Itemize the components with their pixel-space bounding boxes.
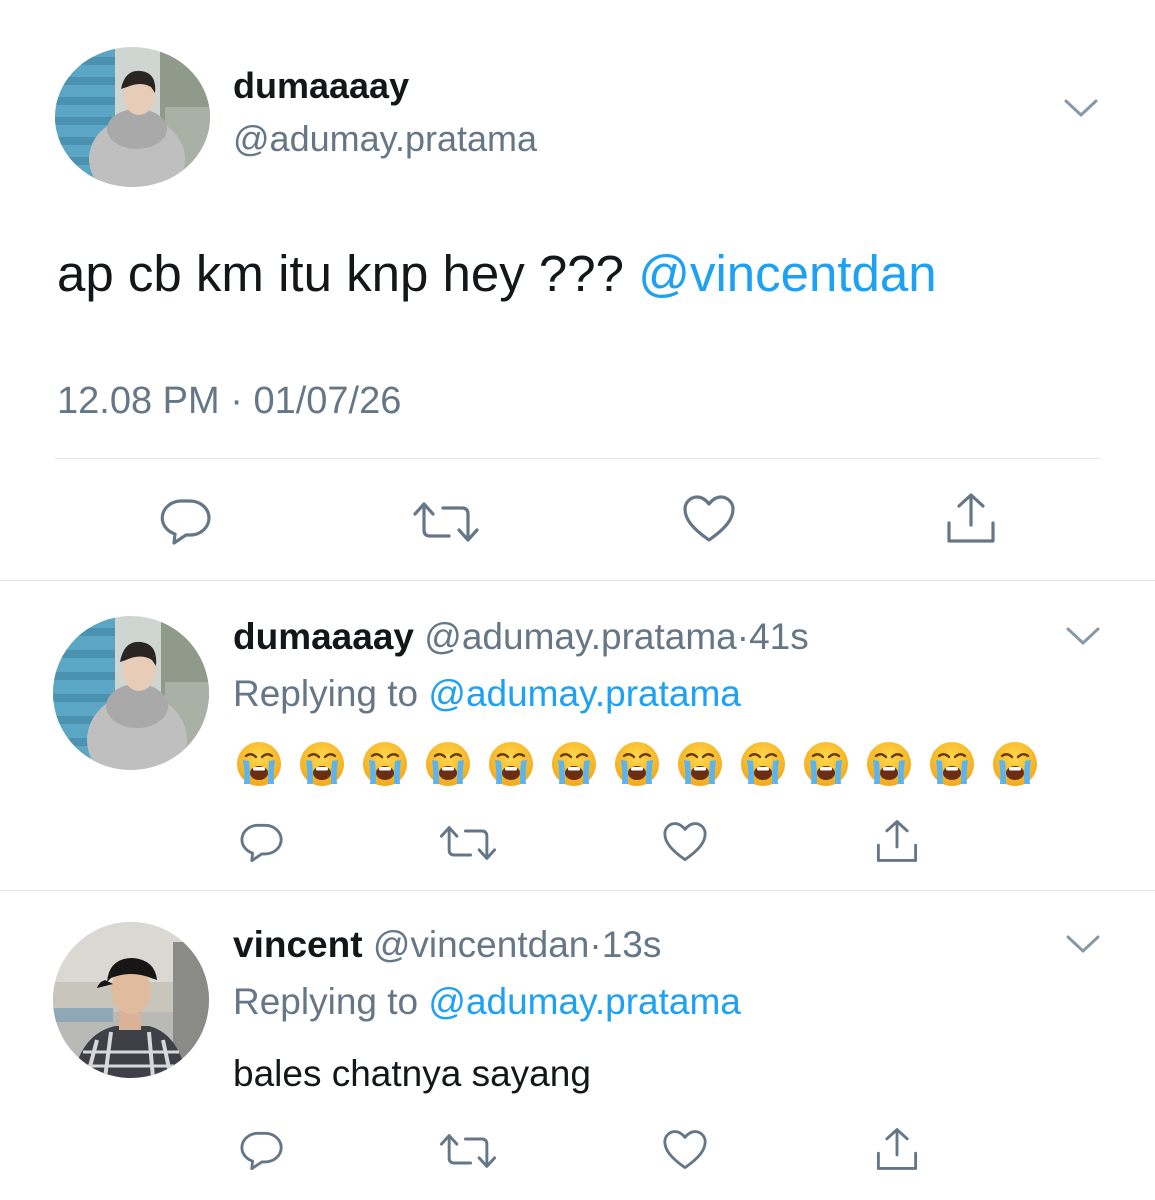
- profile-photo: [55, 47, 210, 187]
- like-icon[interactable]: [662, 821, 708, 863]
- handle[interactable]: @vincentdan: [373, 924, 590, 965]
- profile-photo: [53, 616, 209, 770]
- reply-header: vincent @vincentdan·13s: [233, 923, 661, 967]
- separator-dot: ·: [589, 924, 602, 965]
- tweet-text: ap cb km itu knp hey ??? @vincentdan: [57, 243, 937, 305]
- loudly-crying-face-emoji: [676, 740, 724, 788]
- tweet-body: ap cb km itu knp hey ???: [57, 245, 625, 302]
- share-icon[interactable]: [945, 491, 997, 545]
- handle[interactable]: @adumay.pratama: [233, 117, 537, 161]
- handle[interactable]: @adumay.pratama: [424, 616, 736, 657]
- share-icon[interactable]: [875, 1126, 919, 1172]
- timestamp: 12.08 PM · 01/07/26: [57, 378, 401, 424]
- avatar[interactable]: [53, 922, 209, 1078]
- replying-to: Replying to @adumay.pratama: [233, 672, 741, 716]
- loudly-crying-face-emoji: [865, 740, 913, 788]
- like-icon[interactable]: [662, 1129, 708, 1171]
- loudly-crying-face-emoji: [424, 740, 472, 788]
- avatar[interactable]: [55, 47, 210, 187]
- replying-label: Replying to: [233, 981, 419, 1022]
- like-icon[interactable]: [682, 494, 736, 544]
- loudly-crying-face-emoji: [928, 740, 976, 788]
- reply-age: 13s: [601, 924, 662, 965]
- display-name[interactable]: vincent: [233, 924, 363, 965]
- retweet-icon[interactable]: [438, 824, 498, 862]
- share-icon[interactable]: [875, 818, 919, 864]
- mention-link[interactable]: @vincentdan: [638, 245, 936, 302]
- reply-icon[interactable]: [238, 822, 284, 864]
- loudly-crying-face-emoji: [235, 740, 283, 788]
- retweet-icon[interactable]: [411, 500, 481, 544]
- loudly-crying-face-emoji: [802, 740, 850, 788]
- separator-dot: ·: [230, 380, 243, 422]
- chevron-down-icon[interactable]: [1064, 97, 1098, 119]
- loudly-crying-face-emoji: [298, 740, 346, 788]
- divider: [0, 580, 1155, 581]
- display-name[interactable]: dumaaaay: [233, 616, 414, 657]
- replying-to: Replying to @adumay.pratama: [233, 980, 741, 1024]
- divider: [55, 458, 1100, 459]
- replying-label: Replying to: [233, 673, 419, 714]
- replying-handle-link[interactable]: @adumay.pratama: [428, 673, 740, 714]
- reply-icon[interactable]: [238, 1130, 284, 1172]
- chevron-down-icon[interactable]: [1066, 933, 1100, 955]
- tweet-time: 12.08 PM: [57, 380, 220, 422]
- tweet-date: 01/07/26: [253, 380, 402, 422]
- display-name[interactable]: dumaaaay: [233, 64, 409, 108]
- divider: [0, 890, 1155, 891]
- loudly-crying-face-emoji: [361, 740, 409, 788]
- separator-dot: ·: [736, 616, 750, 657]
- profile-photo: [53, 922, 209, 1078]
- reply-icon[interactable]: [158, 497, 212, 547]
- chevron-down-icon[interactable]: [1066, 625, 1100, 647]
- loudly-crying-face-emoji: [739, 740, 787, 788]
- avatar[interactable]: [53, 616, 209, 770]
- reply-header: dumaaaay @adumay.pratama·41s: [233, 615, 809, 659]
- retweet-icon[interactable]: [438, 1132, 498, 1170]
- reply-text: bales chatnya sayang: [233, 1053, 591, 1094]
- loudly-crying-face-emoji: [487, 740, 535, 788]
- reply-age: 41s: [749, 616, 809, 657]
- emoji-row: [235, 740, 1039, 788]
- loudly-crying-face-emoji: [991, 740, 1039, 788]
- loudly-crying-face-emoji: [613, 740, 661, 788]
- loudly-crying-face-emoji: [550, 740, 598, 788]
- replying-handle-link[interactable]: @adumay.pratama: [428, 981, 740, 1022]
